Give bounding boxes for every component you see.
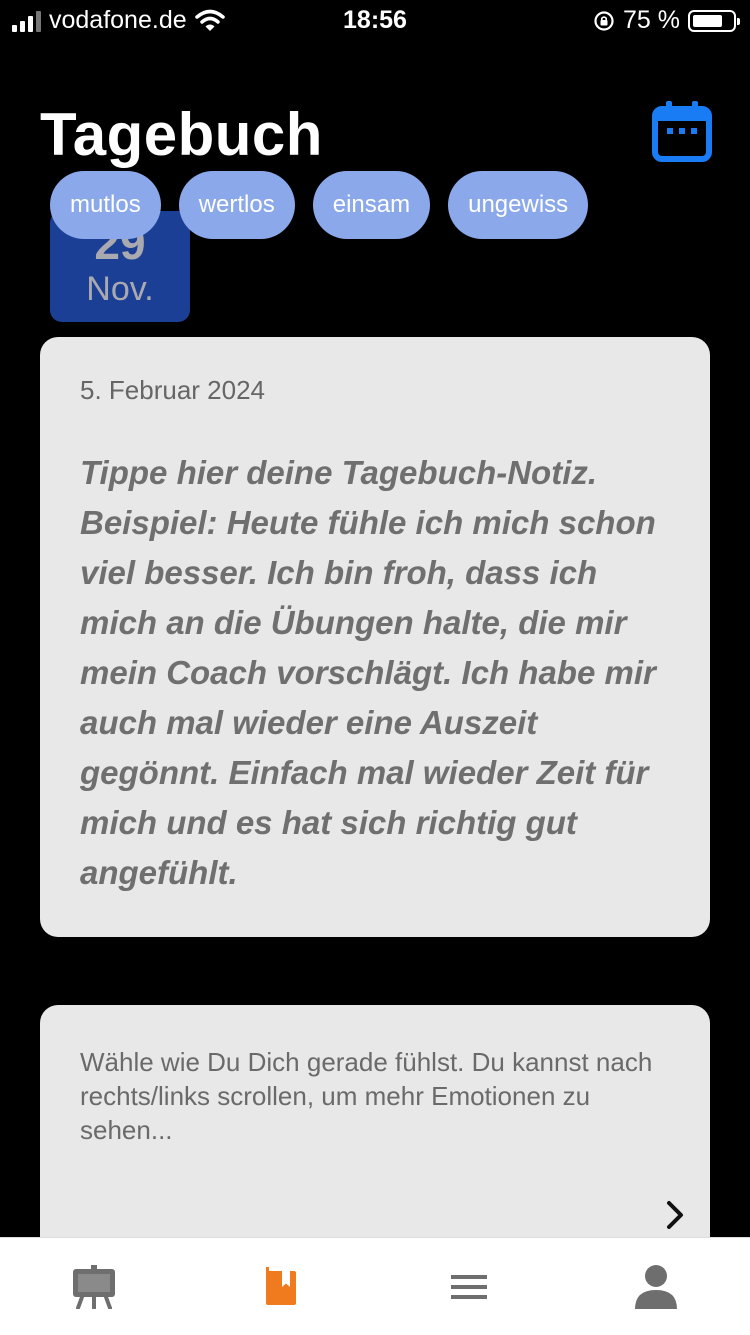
emotion-hint: Wähle wie Du Dich gerade fühlst. Du kann… (80, 1045, 670, 1147)
journal-icon (264, 1267, 298, 1307)
emotion-chip-einsam[interactable]: einsam (313, 171, 430, 239)
tab-menu[interactable] (375, 1238, 563, 1335)
emotion-chip-list[interactable]: mutlos wertlos einsam ungewiss (50, 171, 606, 241)
easel-icon (70, 1265, 118, 1309)
tab-exercises[interactable] (0, 1238, 188, 1335)
journal-note-card[interactable]: 5. Februar 2024 Tippe hier deine Tagebuc… (40, 337, 710, 937)
battery-percent: 75 % (623, 6, 680, 35)
emotion-chip-ungewiss[interactable]: ungewiss (448, 171, 588, 239)
menu-icon (451, 1273, 487, 1301)
tab-journal[interactable] (188, 1238, 376, 1335)
status-bar: vodafone.de 18:56 75 % (0, 0, 750, 44)
battery-icon (688, 10, 736, 32)
date-month: Nov. (50, 269, 190, 309)
note-date: 5. Februar 2024 (80, 375, 670, 406)
note-input[interactable]: Tippe hier deine Tagebuch-Notiz. Beispie… (80, 448, 670, 898)
emotion-chip-wertlos[interactable]: wertlos (179, 171, 295, 239)
profile-icon (634, 1264, 678, 1310)
tab-profile[interactable] (563, 1238, 750, 1335)
emotion-chip-mutlos[interactable]: mutlos (50, 171, 161, 239)
chevron-right-icon[interactable] (660, 1195, 690, 1235)
page-title: Tagebuch (40, 100, 323, 169)
rotation-lock-icon (593, 10, 615, 32)
tab-bar (0, 1237, 750, 1335)
calendar-icon[interactable] (652, 99, 712, 163)
